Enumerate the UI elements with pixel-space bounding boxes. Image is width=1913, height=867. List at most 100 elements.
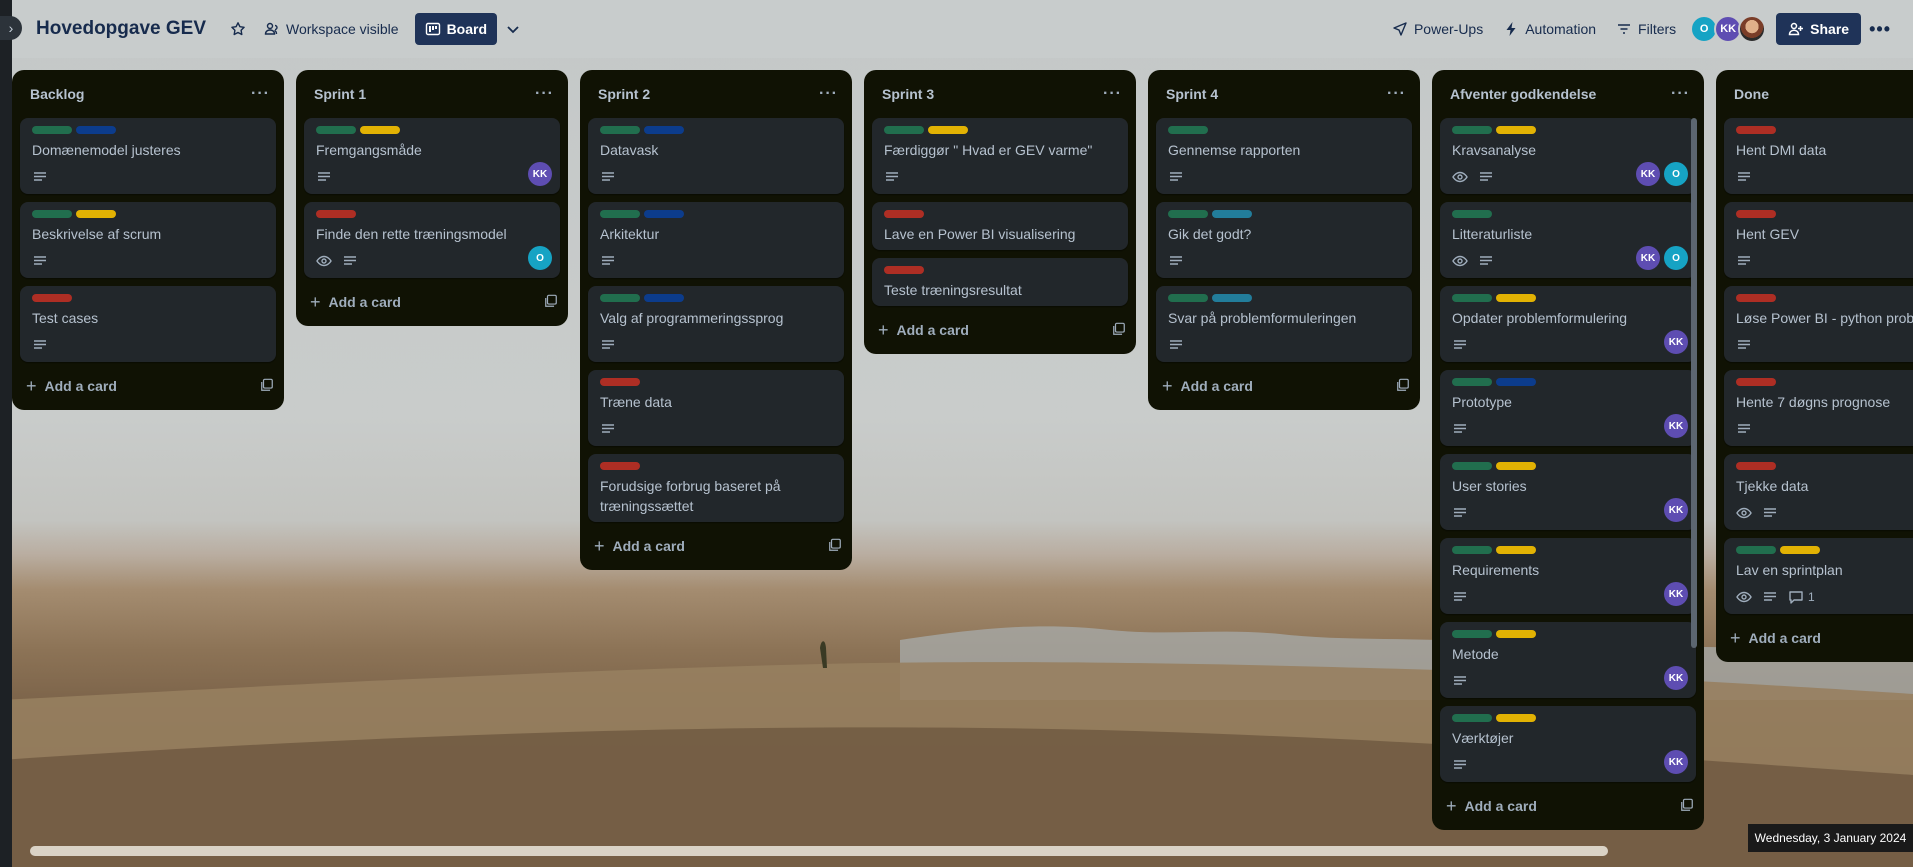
card[interactable]: Datavask <box>588 118 844 194</box>
card-label-green[interactable] <box>1168 294 1208 302</box>
card[interactable]: Arkitektur <box>588 202 844 278</box>
add-card-button[interactable]: + Add a card <box>864 314 1136 346</box>
list[interactable]: Sprint 2 ··· Datavask Arkitektur Valg af pro… <box>580 70 852 570</box>
card-label-green[interactable] <box>1168 126 1208 134</box>
list-title[interactable]: Sprint 1 <box>314 86 366 102</box>
card[interactable]: Beskrivelse af scrum <box>20 202 276 278</box>
card-label-green[interactable] <box>1452 546 1492 554</box>
list-title[interactable]: Sprint 2 <box>598 86 650 102</box>
card-label-green[interactable] <box>1168 210 1208 218</box>
card[interactable]: Kravsanalyse KK O <box>1440 118 1696 194</box>
card[interactable]: Gik det godt? <box>1156 202 1412 278</box>
filters-button[interactable]: Filters <box>1606 13 1686 45</box>
member-avatar[interactable]: KK <box>1664 666 1688 690</box>
card[interactable]: Prototype KK <box>1440 370 1696 446</box>
list-title[interactable]: Sprint 3 <box>882 86 934 102</box>
card-label-yellow[interactable] <box>1496 546 1536 554</box>
card-label-red[interactable] <box>1736 210 1776 218</box>
list-menu-button[interactable]: ··· <box>251 85 270 103</box>
list-header[interactable]: Sprint 3 ··· <box>864 70 1136 118</box>
member-avatar[interactable]: O <box>528 246 552 270</box>
card-label-red[interactable] <box>32 294 72 302</box>
card-label-red[interactable] <box>600 462 640 470</box>
card[interactable]: Hente 7 døgns prognose <box>1724 370 1913 446</box>
card[interactable]: Værktøjer KK <box>1440 706 1696 782</box>
card[interactable]: Løse Power BI - python problem <box>1724 286 1913 362</box>
visibility-button[interactable]: Workspace visible <box>254 13 409 45</box>
card[interactable]: User stories KK <box>1440 454 1696 530</box>
list[interactable]: Backlog ··· Domænemodel justeres Beskrivels… <box>12 70 284 410</box>
list-menu-button[interactable]: ··· <box>1671 85 1690 103</box>
card[interactable]: Tjekke data <box>1724 454 1913 530</box>
create-from-template-icon[interactable] <box>1112 322 1126 339</box>
list-header[interactable]: Done··· <box>1716 70 1913 118</box>
card[interactable]: Test cases <box>20 286 276 362</box>
card-label-yellow[interactable] <box>1780 546 1820 554</box>
card-label-blue[interactable] <box>644 210 684 218</box>
list-menu-button[interactable]: ··· <box>1103 85 1122 103</box>
card[interactable]: Gennemse rapporten <box>1156 118 1412 194</box>
card-label-green[interactable] <box>1452 462 1492 470</box>
card-label-green[interactable] <box>1452 378 1492 386</box>
card-label-yellow[interactable] <box>1496 462 1536 470</box>
card-label-green[interactable] <box>316 126 356 134</box>
add-card-button[interactable]: + Add a card <box>296 286 568 318</box>
card-label-yellow[interactable] <box>360 126 400 134</box>
add-card-button[interactable]: + Add a card <box>1716 622 1913 654</box>
list-menu-button[interactable]: ··· <box>819 85 838 103</box>
list[interactable]: Afventer godkendelse ··· Kravsanalyse KK O Li… <box>1432 70 1704 830</box>
card-label-red[interactable] <box>1736 126 1776 134</box>
list-header[interactable]: Sprint 1 ··· <box>296 70 568 118</box>
list-menu-button[interactable]: ··· <box>1387 85 1406 103</box>
card[interactable]: Lave en Power BI visualisering <box>872 202 1128 250</box>
card[interactable]: Træne data <box>588 370 844 446</box>
card-label-green[interactable] <box>600 210 640 218</box>
list-header[interactable]: Sprint 4 ··· <box>1148 70 1420 118</box>
card[interactable]: Fremgangsmåde KK <box>304 118 560 194</box>
card-label-green[interactable] <box>1452 630 1492 638</box>
add-card-button[interactable]: + Add a card <box>12 370 284 402</box>
card-label-blue[interactable] <box>1496 378 1536 386</box>
card-label-green[interactable] <box>32 210 72 218</box>
card-label-red[interactable] <box>316 210 356 218</box>
member-avatar[interactable]: KK <box>1664 750 1688 774</box>
card[interactable]: Metode KK <box>1440 622 1696 698</box>
create-from-template-icon[interactable] <box>1680 798 1694 815</box>
card-label-red[interactable] <box>600 378 640 386</box>
card-label-green[interactable] <box>1736 546 1776 554</box>
share-button[interactable]: Share <box>1776 13 1862 45</box>
card-label-green[interactable] <box>1452 210 1492 218</box>
create-from-template-icon[interactable] <box>260 378 274 395</box>
card-label-green[interactable] <box>884 126 924 134</box>
card[interactable]: Forudsige forbrug baseret på træningssæt… <box>588 454 844 522</box>
card-label-green[interactable] <box>1452 294 1492 302</box>
list[interactable]: Done··· Hent DMI data Hent GEV Løse Power B… <box>1716 70 1913 662</box>
list-menu-button[interactable]: ··· <box>535 85 554 103</box>
card-label-green[interactable] <box>32 126 72 134</box>
card-label-red[interactable] <box>884 266 924 274</box>
board-horizontal-scrollbar-thumb[interactable] <box>30 846 1608 856</box>
member-avatar[interactable]: KK <box>528 162 552 186</box>
card[interactable]: Teste træningsresultat <box>872 258 1128 306</box>
list-title[interactable]: Done <box>1734 86 1769 102</box>
member-avatar[interactable]: KK <box>1664 582 1688 606</box>
add-card-button[interactable]: + Add a card <box>580 530 852 562</box>
list-title[interactable]: Afventer godkendelse <box>1450 86 1596 102</box>
list-header[interactable]: Sprint 2 ··· <box>580 70 852 118</box>
star-button[interactable] <box>222 13 254 45</box>
card-label-green[interactable] <box>1452 714 1492 722</box>
member-avatar[interactable]: KK <box>1664 414 1688 438</box>
member-avatar[interactable]: KK <box>1636 246 1660 270</box>
member-avatar[interactable]: KK <box>1664 330 1688 354</box>
card-label-red[interactable] <box>884 210 924 218</box>
card-label-blue[interactable] <box>644 126 684 134</box>
member-avatar[interactable]: KK <box>1664 498 1688 522</box>
card-label-red[interactable] <box>1736 462 1776 470</box>
card-label-yellow[interactable] <box>1496 714 1536 722</box>
card[interactable]: Litteraturliste KK O <box>1440 202 1696 278</box>
card-label-green[interactable] <box>1452 126 1492 134</box>
card-label-red[interactable] <box>1736 378 1776 386</box>
card-label-red[interactable] <box>1736 294 1776 302</box>
card[interactable]: Requirements KK <box>1440 538 1696 614</box>
card[interactable]: Hent DMI data <box>1724 118 1913 194</box>
